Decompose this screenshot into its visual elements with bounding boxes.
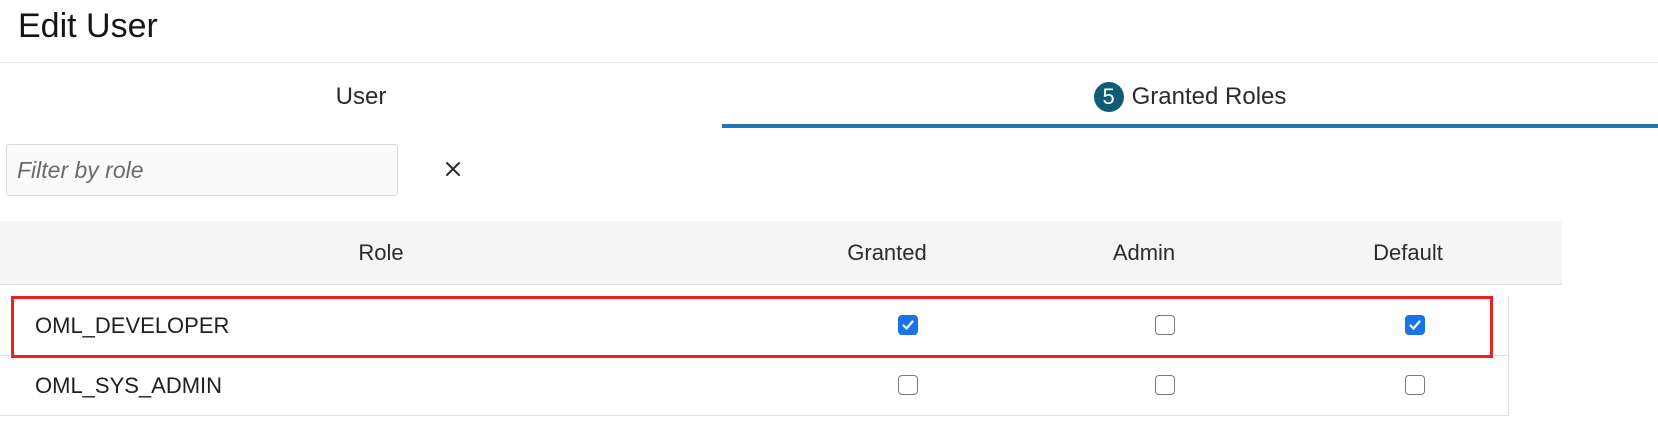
title-divider xyxy=(0,62,1658,63)
tab-user[interactable]: User xyxy=(0,72,722,128)
table-header: Role Granted Admin Default xyxy=(0,221,1562,285)
granted-checkbox[interactable] xyxy=(898,315,918,335)
checkmark-icon xyxy=(1409,320,1421,330)
table-row[interactable]: OML_DEVELOPER xyxy=(0,296,1508,356)
column-header-granted[interactable]: Granted xyxy=(787,221,987,285)
default-checkbox[interactable] xyxy=(1405,375,1425,395)
close-icon xyxy=(446,162,460,176)
table-row[interactable]: OML_SYS_ADMIN xyxy=(0,356,1508,416)
granted-checkbox[interactable] xyxy=(898,375,918,395)
roles-count-badge: 5 xyxy=(1093,82,1124,112)
role-name: OML_SYS_ADMIN xyxy=(35,373,223,398)
role-name: OML_DEVELOPER xyxy=(35,313,230,338)
tab-granted-roles-label: Granted Roles xyxy=(1131,83,1287,110)
default-checkbox[interactable] xyxy=(1405,315,1425,335)
column-header-default[interactable]: Default xyxy=(1308,221,1508,285)
clear-filter-button[interactable] xyxy=(436,152,470,186)
column-header-role[interactable]: Role xyxy=(0,221,762,285)
column-header-admin[interactable]: Admin xyxy=(1044,221,1244,285)
tab-user-label: User xyxy=(335,83,387,110)
table-scroll-track xyxy=(1508,296,1509,416)
tab-granted-roles[interactable]: 5 Granted Roles xyxy=(722,72,1658,128)
active-tab-indicator xyxy=(722,124,1658,128)
filter-by-role-input[interactable] xyxy=(6,144,398,196)
page-title: Edit User xyxy=(18,7,158,45)
checkmark-icon xyxy=(902,320,914,330)
admin-checkbox[interactable] xyxy=(1155,315,1175,335)
admin-checkbox[interactable] xyxy=(1155,375,1175,395)
